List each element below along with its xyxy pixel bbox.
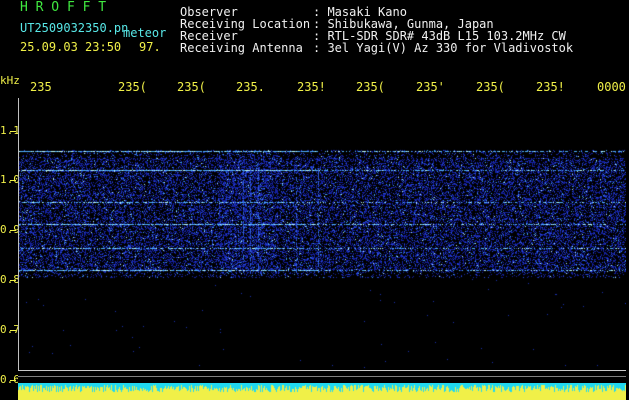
x-tick-label: 235( — [356, 80, 385, 94]
baseline-line — [18, 370, 626, 371]
x-tick-label: 235! — [297, 80, 326, 94]
datetime-label: 25.09.03 23:50 — [20, 40, 122, 54]
y-tick-mark — [10, 380, 16, 381]
y-tick-mark — [10, 280, 16, 281]
antenna-label: Receiving Antenna — [180, 41, 303, 55]
y-unit-label: kHz — [0, 74, 20, 87]
y-tick-mark — [10, 230, 16, 231]
x-tick-label: 235( — [118, 80, 147, 94]
y-tick-mark — [10, 180, 16, 181]
y-tick-mark — [10, 131, 16, 132]
x-tick-label: 235( — [177, 80, 206, 94]
x-tick-label: 235! — [536, 80, 565, 94]
x-tick-label: 235 — [30, 80, 52, 94]
x-tick-label: 235. — [236, 80, 265, 94]
count-label: 97. — [139, 40, 161, 54]
signal-level-trace — [18, 383, 626, 400]
x-tick-label: 0000 — [597, 80, 626, 94]
event-tag: meteor — [123, 26, 167, 40]
baseline-line-2 — [18, 376, 626, 377]
filename-label: UT2509032350.pn — [20, 21, 129, 35]
plot-frame — [18, 98, 627, 370]
program-title: H R O F F T — [20, 0, 107, 15]
x-tick-label: 235' — [416, 80, 445, 94]
x-tick-label: 235( — [476, 80, 505, 94]
antenna-value: : 3el Yagi(V) Az 330 for Vladivostok — [313, 41, 574, 55]
y-tick-mark — [10, 330, 16, 331]
